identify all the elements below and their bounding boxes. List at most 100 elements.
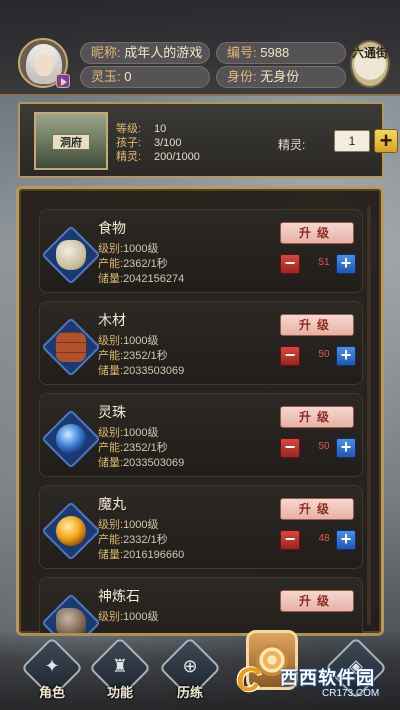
resource-production: 产能:2352/1秒 [98, 347, 168, 363]
resource-level: 级别:1000级 [98, 608, 159, 624]
spirit-pearl-icon [56, 424, 86, 454]
nav-history-button[interactable]: ⊕ 历练 [158, 636, 222, 700]
minus-button[interactable]: − [280, 346, 300, 366]
status-field: 身份: 无身份 [216, 66, 346, 88]
upgrade-button[interactable]: 升级 [280, 406, 354, 428]
nav-role-button[interactable]: ✦ 角色 [20, 636, 84, 700]
storage-label: 储量: [98, 457, 124, 469]
production-value: 2352/1秒 [123, 350, 168, 362]
minus-button[interactable]: − [280, 530, 300, 550]
plus-button[interactable]: + [336, 254, 356, 274]
level-value: 1000级 [123, 519, 159, 531]
play-icon[interactable] [56, 74, 70, 88]
watermark-url: CR173.COM [322, 688, 380, 699]
site-watermark: C 西西软件园 CR173.COM [236, 660, 396, 704]
upgrade-button[interactable]: 升级 [280, 590, 354, 612]
resource-card-pearl: 灵珠 级别:1000级 产能:2352/1秒 储量:2033503069 升级 … [39, 393, 363, 477]
cave-thumbnail[interactable]: 洞府 [34, 112, 108, 170]
cave-stats: 等级: 10 孩子: 3/100 精灵: 200/1000 [116, 122, 200, 164]
production-value: 2352/1秒 [123, 442, 168, 454]
upgrade-button[interactable]: 升级 [280, 314, 354, 336]
production-label: 产能: [98, 442, 124, 454]
cave-level-label: 等级: [116, 123, 142, 135]
level-label: 级别: [98, 519, 124, 531]
resource-card-food: 食物 级别:1000级 产能:2362/1秒 储量:2042156274 升级 … [39, 209, 363, 293]
resource-storage: 储量:2033503069 [98, 362, 184, 378]
resource-production: 产能:2332/1秒 [98, 531, 168, 547]
shield-emblem-icon: ⊕ [182, 656, 198, 676]
production-label: 产能: [98, 534, 124, 546]
level-label: 级别: [98, 335, 124, 347]
status-label: 身份: [227, 69, 257, 84]
upgrade-button[interactable]: 升级 [280, 498, 354, 520]
nickname-label: 昵称: [91, 45, 121, 60]
production-label: 产能: [98, 258, 124, 270]
level-label: 级别: [98, 611, 124, 623]
watermark-text: 西西软件园 [280, 668, 375, 688]
resource-level: 级别:1000级 [98, 240, 159, 256]
resource-level: 级别:1000级 [98, 332, 159, 348]
watermark-logo-icon: C [236, 661, 261, 699]
list-scrollbar[interactable] [367, 205, 371, 625]
resource-storage: 储量:2033503069 [98, 454, 184, 470]
minus-button[interactable]: − [280, 438, 300, 458]
nav-role-label: 角色 [38, 685, 65, 700]
cave-spirit-value: 200/1000 [154, 151, 200, 163]
spirit-side-label: 精灵: [278, 138, 306, 152]
level-value: 1000级 [123, 427, 159, 439]
altar-icon: ♜ [111, 656, 129, 676]
storage-label: 储量: [98, 365, 124, 377]
level-value: 1000级 [123, 243, 159, 255]
player-id-label: 编号: [227, 45, 257, 60]
resource-name: 魔丸 [98, 496, 126, 512]
plus-button[interactable]: + [336, 438, 356, 458]
production-label: 产能: [98, 350, 124, 362]
cave-name: 洞府 [52, 134, 90, 150]
nav-function-label: 功能 [106, 685, 133, 700]
resource-name: 灵珠 [98, 404, 126, 420]
nav-function-button[interactable]: ♜ 功能 [88, 636, 152, 700]
storage-value: 2033503069 [123, 365, 185, 377]
plus-button[interactable]: + [336, 346, 356, 366]
food-sack-icon [56, 240, 86, 270]
storage-value: 2033503069 [123, 457, 185, 469]
storage-label: 储量: [98, 549, 124, 561]
nickname-value: 成年人的游戏 [124, 45, 203, 60]
production-value: 2362/1秒 [123, 258, 168, 270]
level-value: 1000级 [123, 335, 159, 347]
resource-card-wood: 木材 级别:1000级 产能:2352/1秒 储量:2033503069 升级 … [39, 301, 363, 385]
resource-level: 级别:1000级 [98, 424, 159, 440]
storage-value: 2016196660 [123, 549, 185, 561]
jade-value: 0 [124, 69, 132, 84]
player-id-value: 5988 [260, 45, 290, 60]
resource-storage: 储量:2042156274 [98, 270, 184, 286]
resource-production: 产能:2352/1秒 [98, 439, 168, 455]
level-label: 级别: [98, 427, 124, 439]
cave-panel: 洞府 等级: 10 孩子: 3/100 精灵: 200/1000 精灵: 1 + [18, 102, 398, 178]
storage-label: 储量: [98, 273, 124, 285]
street-badge[interactable]: 六通街 [350, 40, 390, 88]
cave-level-value: 10 [154, 123, 167, 135]
plus-button[interactable]: + [336, 530, 356, 550]
player-header: 昵称: 成年人的游戏 编号: 5988 灵玉: 0 身份: 无身份 六通街 [0, 0, 400, 96]
jade-label: 灵玉: [91, 69, 121, 84]
cave-children-value: 3/100 [154, 137, 182, 149]
resource-name: 木材 [98, 312, 126, 328]
resource-production: 产能:2362/1秒 [98, 255, 168, 271]
spirit-plus-button[interactable]: + [374, 129, 398, 153]
jade-field: 灵玉: 0 [80, 66, 210, 88]
resource-list[interactable]: 食物 级别:1000级 产能:2362/1秒 储量:2042156274 升级 … [39, 195, 385, 633]
resource-card-stone: 神炼石 级别:1000级 升级 [39, 577, 363, 633]
player-id-field: 编号: 5988 [216, 42, 346, 64]
minus-button[interactable]: − [280, 254, 300, 274]
resource-level: 级别:1000级 [98, 516, 159, 532]
cave-children-label: 孩子: [116, 137, 142, 149]
resource-card-pill: 魔丸 级别:1000级 产能:2332/1秒 储量:2016196660 升级 … [39, 485, 363, 569]
status-value: 无身份 [260, 69, 300, 84]
upgrade-button[interactable]: 升级 [280, 222, 354, 244]
cave-spirit-label: 精灵: [116, 151, 142, 163]
resource-list-frame: 食物 级别:1000级 产能:2362/1秒 储量:2042156274 升级 … [16, 186, 384, 636]
spirit-quantity-input[interactable]: 1 [334, 130, 370, 152]
nickname-field: 昵称: 成年人的游戏 [80, 42, 210, 64]
production-value: 2332/1秒 [123, 534, 168, 546]
